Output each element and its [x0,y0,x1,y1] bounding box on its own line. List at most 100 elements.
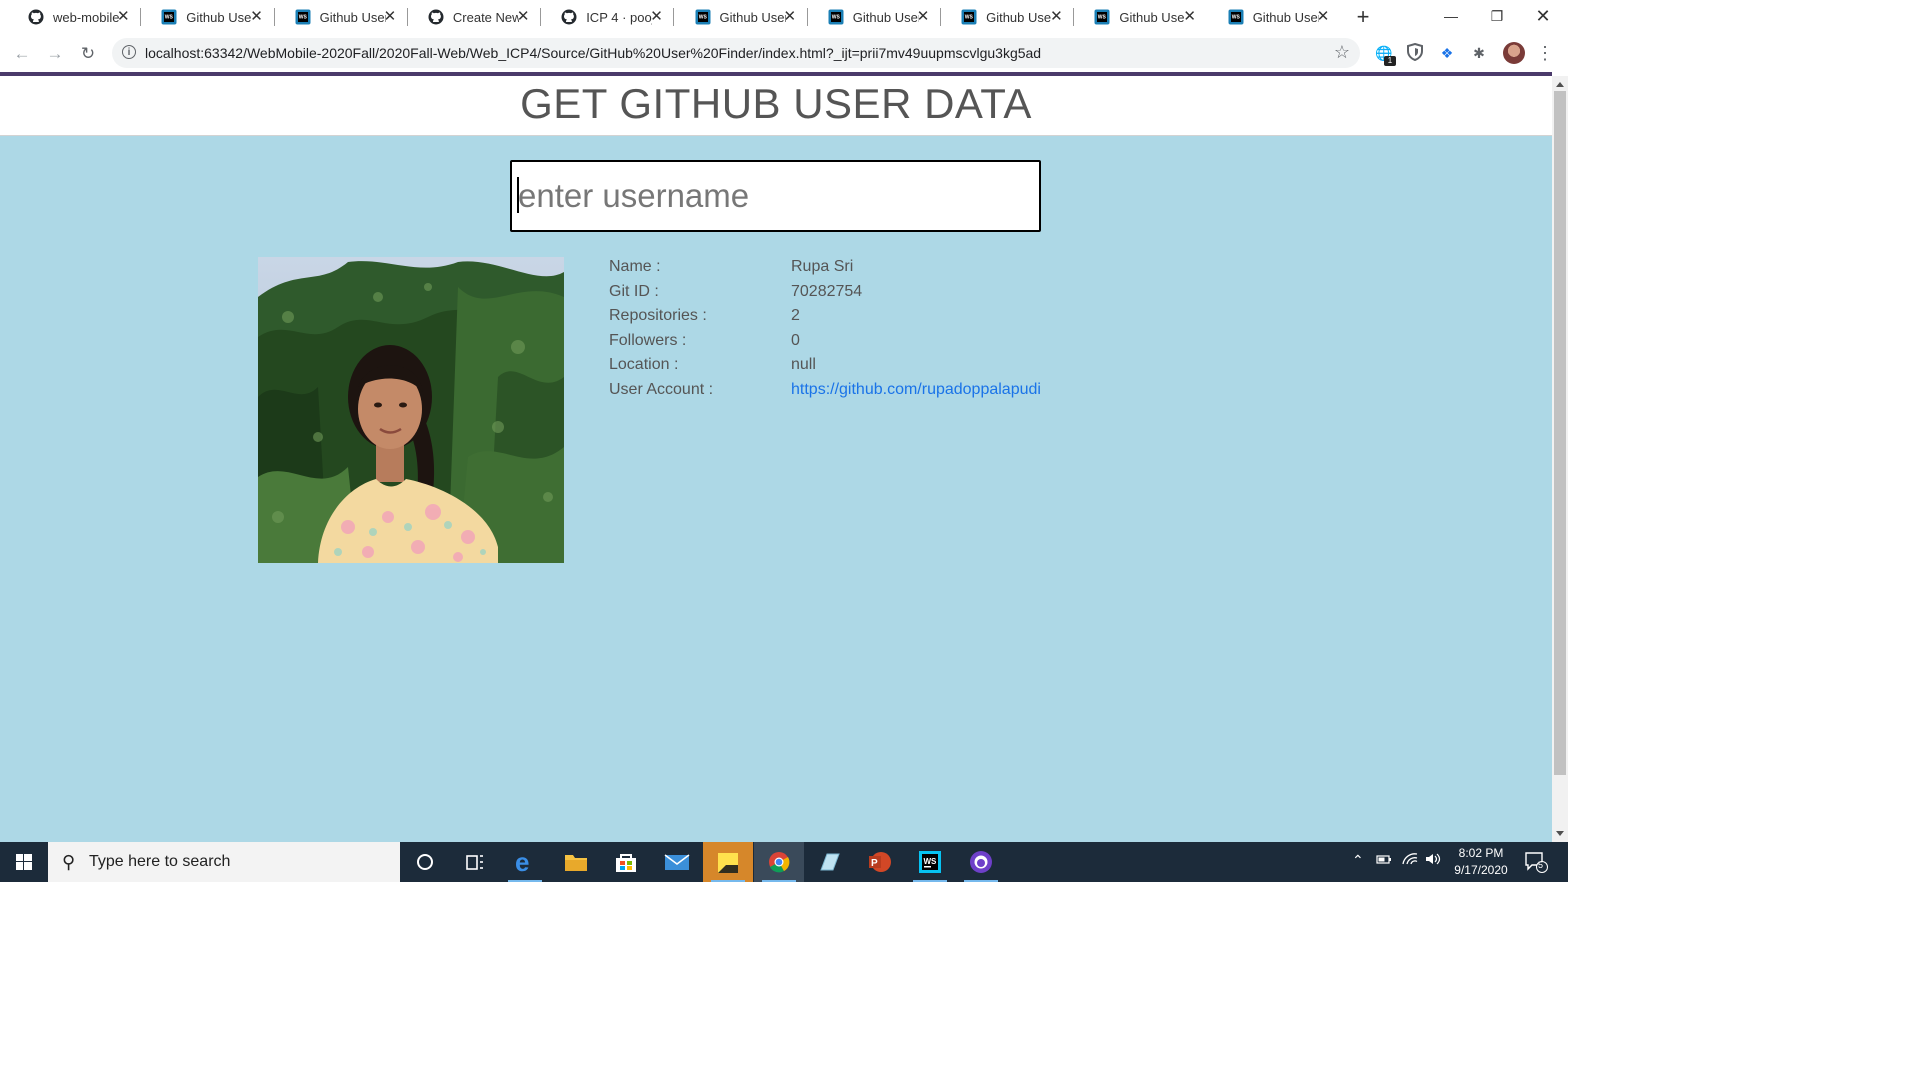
forward-icon[interactable]: → [44,43,66,65]
browser-tab[interactable]: WS Github User ✕ [941,0,1075,34]
close-tab-icon[interactable]: ✕ [249,9,265,25]
browser-tab[interactable]: WS Github User ✕ [275,0,408,34]
user-account-value-cell: https://github.com/rupadoppalapudi [791,381,1041,399]
scroll-down-arrow-icon[interactable] [1556,831,1564,836]
browser-tab[interactable]: ICP 4 · pooja✕ [541,0,675,34]
followers-label: Followers : [609,331,687,349]
taskbar-search-box[interactable]: ⚲ Type here to search [48,842,400,882]
followers-value: 0 [791,331,800,349]
webstorm-icon: WS [1094,9,1110,25]
text-caret [517,177,519,213]
username-search-input[interactable] [510,160,1041,232]
close-window-button[interactable]: ✕ [1520,2,1566,30]
page-title: GET GITHUB USER DATA [520,80,1032,127]
browser-tab[interactable]: WS Github User ✕ [1207,0,1341,34]
svg-text:WS: WS [698,15,707,21]
webstorm-icon: WS [295,9,311,25]
edge-browser-icon[interactable]: e [500,842,550,882]
repositories-label: Repositories : [609,307,707,324]
tab-title: Github User [719,9,786,25]
new-tab-button[interactable]: + [1352,6,1374,28]
windows-start-button[interactable] [0,842,48,882]
sticky-notes-icon[interactable] [703,842,753,882]
restore-button[interactable]: ❐ [1474,2,1520,30]
close-tab-icon[interactable]: ✕ [382,9,398,25]
extension-shield-icon[interactable] [1405,42,1425,63]
minimize-button[interactable]: — [1428,2,1474,30]
webstorm-icon: WS [161,9,177,25]
svg-text:WS: WS [832,15,841,21]
profile-avatar[interactable] [1503,42,1525,64]
close-tab-icon[interactable]: ✕ [648,9,664,25]
battery-icon[interactable] [1376,852,1392,869]
windows-logo-icon [16,854,32,870]
close-tab-icon[interactable]: ✕ [1315,9,1331,25]
close-tab-icon[interactable]: ✕ [1182,9,1198,25]
clock-date: 9/17/2020 [1454,863,1508,877]
svg-text:WS: WS [924,857,938,866]
extensions-puzzle-icon[interactable]: ✱ [1469,43,1489,63]
url-text[interactable]: localhost:63342/WebMobile-2020Fall/2020F… [145,45,1041,61]
github-icon [28,9,44,25]
close-tab-icon[interactable]: ✕ [782,9,798,25]
name-label: Name : [609,258,661,275]
menu-kebab-icon[interactable]: ⋮ [1535,43,1555,63]
chrome-icon[interactable] [754,842,804,882]
tab-title: Github User [852,9,919,25]
svg-text:WS: WS [165,15,174,21]
tab-title: Github User [186,9,253,25]
extension-feather-icon[interactable]: ❖ [1437,43,1457,63]
extension-badge: 1 [1384,56,1396,66]
git-id-label: Git ID : [609,282,659,300]
file-explorer-icon[interactable] [551,842,601,882]
svg-text:WS: WS [298,15,307,21]
cortana-icon[interactable] [400,842,450,882]
mail-icon[interactable] [652,842,702,882]
taskbar-search-placeholder: Type here to search [89,853,231,870]
user-account-link[interactable]: https://github.com/rupadoppalapudi [791,381,1041,398]
reload-icon[interactable]: ↻ [77,43,99,65]
wifi-icon[interactable] [1401,852,1419,869]
close-tab-icon[interactable]: ✕ [915,9,931,25]
close-tab-icon[interactable]: ✕ [115,9,131,25]
site-info-icon[interactable]: i [122,45,136,59]
notification-center-icon[interactable]: 5 [1524,851,1548,876]
bookmark-star-icon[interactable]: ☆ [1334,42,1350,63]
svg-text:e: e [515,847,529,877]
address-bar[interactable]: i localhost:63342/WebMobile-2020Fall/202… [112,38,1360,68]
back-icon[interactable]: ← [11,43,33,65]
webstorm-icon[interactable]: WS [905,842,955,882]
show-hidden-icons-chevron-icon[interactable]: ⌃ [1352,852,1364,869]
webstorm-icon: WS [695,9,710,25]
browser-tab[interactable]: web-mobile ✕ [8,0,142,34]
github-desktop-icon[interactable] [956,842,1006,882]
svg-text:WS: WS [1098,15,1107,21]
browser-tab[interactable]: WS Github User ✕ [141,0,275,34]
notepad-icon[interactable] [804,842,854,882]
github-icon [561,9,577,25]
scrollbar-thumb[interactable] [1554,91,1566,775]
browser-tab[interactable]: WS Github User ✕ [808,0,942,34]
tab-title: Github User [986,9,1053,25]
system-clock[interactable]: 8:02 PM 9/17/2020 [1446,845,1516,879]
tab-title: ICP 4 · pooja [586,9,652,25]
location-value: null [791,356,816,373]
volume-icon[interactable] [1424,852,1442,869]
repositories-value: 2 [791,307,800,324]
tab-title: Github User [1119,9,1186,25]
name-value: Rupa Sri [791,258,854,275]
powerpoint-icon[interactable]: P [855,842,905,882]
close-tab-icon[interactable]: ✕ [1048,9,1064,25]
page-scrollbar[interactable] [1552,76,1568,842]
browser-tab[interactable]: WS Github User ✕ [1074,0,1207,34]
task-view-icon[interactable] [450,842,500,882]
page-header: GET GITHUB USER DATA [0,76,1552,136]
microsoft-store-icon[interactable] [601,842,651,882]
tab-title: web-mobile [53,9,119,25]
tab-strip: web-mobile ✕ WS Github User ✕ WS Github User ✕ C… [0,0,1568,34]
browser-tab[interactable]: WS Github User ✕ [675,0,808,34]
close-tab-icon[interactable]: ✕ [515,9,531,25]
page-viewport: GET GITHUB USER DATA enter username Name… [0,76,1552,842]
browser-tab[interactable]: Create New ✕ [408,0,542,34]
scroll-up-arrow-icon[interactable] [1556,82,1564,87]
